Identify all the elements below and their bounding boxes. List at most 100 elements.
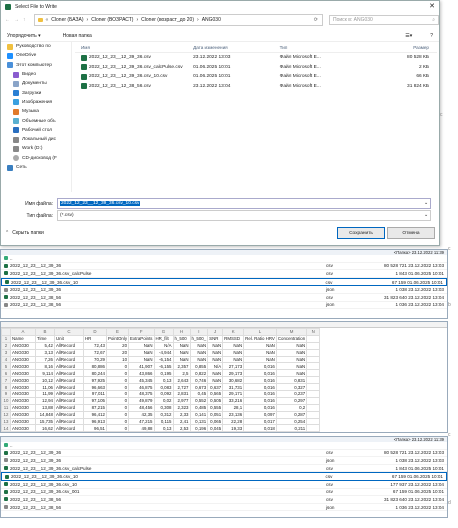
data-cell[interactable]: 0: [105, 403, 130, 412]
data-cell[interactable]: ANG030: [10, 383, 36, 392]
nav-item[interactable]: Документы: [1, 79, 71, 88]
data-cell[interactable]: 0,555: [207, 403, 224, 412]
data-cell[interactable]: 0,195: [153, 369, 174, 378]
header-cell[interactable]: Unit: [54, 334, 84, 343]
header-cell[interactable]: Time: [35, 334, 55, 343]
data-cell[interactable]: [306, 403, 321, 412]
data-cell[interactable]: [306, 341, 321, 350]
panel-row[interactable]: 2022_12_23__12_39_36.csv_001 csv 67 159 01…: [1, 489, 447, 497]
data-cell[interactable]: NaN: [128, 355, 155, 364]
data-cell[interactable]: 0,016: [243, 403, 277, 412]
data-cell[interactable]: 20: [105, 341, 130, 350]
data-cell[interactable]: 20: [105, 348, 130, 357]
data-cell[interactable]: 80,886: [83, 362, 107, 371]
data-cell[interactable]: 0,297: [275, 396, 308, 405]
data-cell[interactable]: NaN: [222, 355, 245, 364]
data-cell[interactable]: AllRecord: [54, 403, 84, 412]
data-cell[interactable]: 16,62: [35, 424, 55, 432]
data-cell[interactable]: NaN: [207, 355, 224, 364]
data-cell[interactable]: 2,323: [172, 403, 191, 412]
data-cell[interactable]: NaN: [275, 341, 308, 350]
nav-item[interactable]: Этот компьютер: [1, 61, 71, 70]
data-cell[interactable]: 0,016: [243, 362, 277, 371]
data-cell[interactable]: [306, 390, 321, 398]
close-icon[interactable]: ✕: [429, 2, 435, 10]
chevron-down-icon[interactable]: ⌄: [424, 213, 428, 218]
breadcrumb-item[interactable]: ANG030: [202, 17, 221, 23]
data-cell[interactable]: NaN: [243, 341, 277, 350]
data-cell[interactable]: [306, 424, 321, 432]
nav-item[interactable]: Музыка: [1, 107, 71, 116]
column-letter[interactable]: N: [306, 328, 321, 336]
data-cell[interactable]: 41,907: [128, 362, 155, 371]
header-cell[interactable]: ExtraPoints: [128, 334, 155, 343]
column-letter[interactable]: M: [275, 328, 308, 336]
column-letter[interactable]: L: [243, 328, 277, 336]
data-cell[interactable]: 96,51: [83, 424, 107, 432]
data-cell[interactable]: 72,67: [83, 348, 107, 357]
row-number[interactable]: 14: [1, 424, 11, 432]
panel-row-selected[interactable]: 2022_12_23__12_39_36.csv_10 csv 67 159 01.…: [1, 277, 447, 287]
column-letter[interactable]: K: [222, 328, 245, 336]
data-cell[interactable]: 0,016: [243, 369, 277, 378]
row-number[interactable]: 9: [1, 390, 11, 398]
data-cell[interactable]: 97,105: [83, 396, 107, 405]
file-row[interactable]: 2022_12_23__12_39_36.csv 23.12.2022 13:0…: [75, 53, 437, 63]
data-cell[interactable]: 7,26: [35, 355, 55, 364]
panel-row[interactable]: 2022_12_23__12_39_36.csv_10 csv 177 937 23…: [1, 481, 447, 489]
data-cell[interactable]: 47,215: [128, 417, 155, 426]
data-cell[interactable]: 0,565: [207, 390, 224, 398]
data-cell[interactable]: 0: [105, 424, 130, 432]
nav-item[interactable]: Изображения: [1, 98, 71, 107]
data-cell[interactable]: 97,011: [83, 390, 107, 398]
data-cell[interactable]: 0,237: [275, 390, 308, 398]
data-cell[interactable]: 80,244: [83, 369, 107, 378]
data-cell[interactable]: 48,456: [128, 403, 155, 412]
data-cell[interactable]: 0,131: [189, 417, 209, 426]
data-cell[interactable]: 33,216: [222, 396, 245, 405]
data-cell[interactable]: 48,375: [128, 390, 155, 398]
data-cell[interactable]: N/A: [153, 341, 174, 350]
data-cell[interactable]: 2,357: [172, 362, 191, 371]
back-arrow-icon[interactable]: ←: [5, 17, 10, 23]
data-cell[interactable]: 0,017: [243, 417, 277, 426]
column-letter[interactable]: I: [189, 328, 209, 336]
row-number[interactable]: 10: [1, 396, 11, 405]
data-cell[interactable]: 0,016: [243, 390, 277, 398]
data-cell[interactable]: 22,28: [222, 417, 245, 426]
data-cell[interactable]: 96,412: [83, 410, 107, 419]
search-box[interactable]: Поиск в: ANG030 ⌕: [328, 15, 439, 25]
data-cell[interactable]: 8,16: [35, 362, 55, 371]
row-number[interactable]: 4: [1, 355, 11, 364]
data-cell[interactable]: 29,171: [222, 390, 245, 398]
data-cell[interactable]: 0,254: [275, 417, 308, 426]
breadcrumb-item[interactable]: Cloner (БАЗА): [51, 17, 83, 23]
header-cell[interactable]: HR: [83, 334, 107, 343]
data-cell[interactable]: AllRecord: [54, 390, 84, 398]
data-cell[interactable]: ANG030: [10, 417, 36, 426]
data-cell[interactable]: 0,097: [243, 410, 277, 419]
data-cell[interactable]: AllRecord: [54, 341, 84, 350]
header-cell[interactable]: h_500_: [189, 334, 209, 343]
row-number[interactable]: 6: [1, 369, 11, 378]
panel-row[interactable]: 2022_12_23__12_38_56 json 1 036 23.12.2022…: [1, 302, 447, 310]
data-cell[interactable]: 0,505: [207, 396, 224, 405]
data-cell[interactable]: 0,312: [153, 410, 174, 419]
file-row[interactable]: 2022_12_23__12_38_56.csv 23.12.2022 13:0…: [75, 82, 437, 92]
row-number[interactable]: 2: [1, 341, 11, 350]
data-cell[interactable]: AllRecord: [54, 376, 84, 385]
data-cell[interactable]: ANG030: [10, 424, 36, 432]
data-cell[interactable]: ANG030: [10, 362, 36, 371]
data-cell[interactable]: NaN: [207, 341, 224, 350]
panel-row[interactable]: 2022_12_23__12_38_56 csv 31 823 640 23.12.…: [1, 496, 447, 504]
save-button[interactable]: Сохранить: [337, 227, 385, 239]
data-cell[interactable]: 0,637: [207, 383, 224, 392]
data-cell[interactable]: -6,155: [153, 362, 174, 371]
data-cell[interactable]: 10,12: [35, 376, 55, 385]
column-letter[interactable]: D: [83, 328, 107, 336]
data-cell[interactable]: 0,855: [189, 362, 209, 371]
data-cell[interactable]: 0,115: [153, 417, 174, 426]
data-cell[interactable]: NaN: [128, 348, 155, 357]
panel-row[interactable]: 2022_12_23__12_39_36 json 1 038 23.12.2022…: [1, 457, 447, 465]
data-cell[interactable]: 43,866: [128, 369, 155, 378]
